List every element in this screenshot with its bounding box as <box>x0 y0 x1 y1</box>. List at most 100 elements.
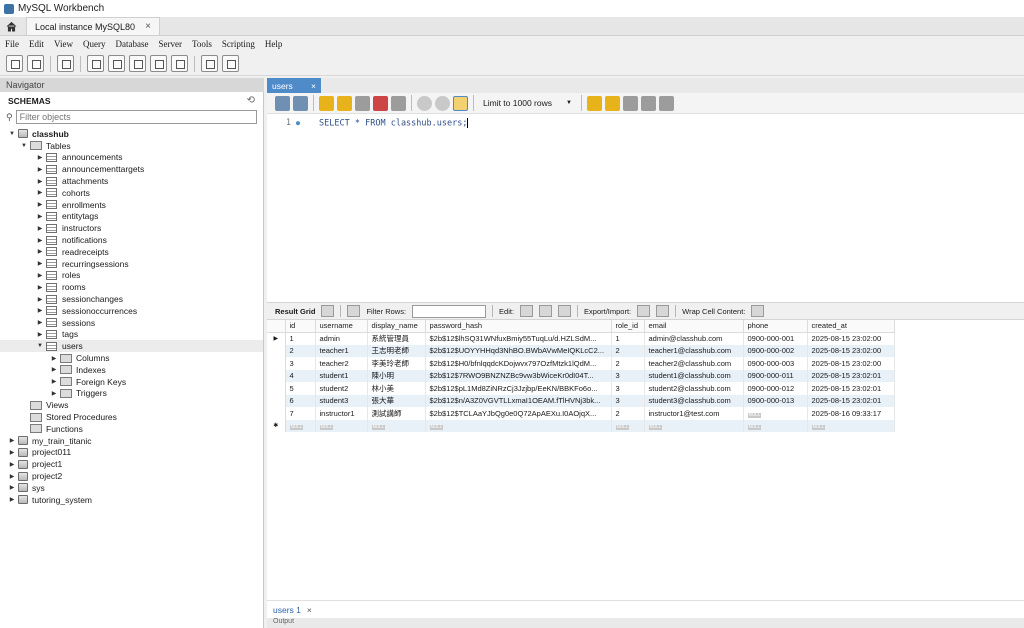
cell-role-id[interactable]: 3 <box>611 369 645 382</box>
menu-tools[interactable]: Tools <box>187 39 217 49</box>
cell-password-hash[interactable]: $2b$12$pL1Md8ZiNRzCj3Jzjbp/EeKN/BBKFo6o.… <box>425 382 612 395</box>
chevron-right-icon[interactable]: ▶ <box>36 225 44 232</box>
schema-node-classhub[interactable]: ▼ classhub <box>0 128 263 140</box>
chevron-right-icon[interactable]: ▶ <box>50 378 58 385</box>
menu-database[interactable]: Database <box>110 39 153 49</box>
chevron-right-icon[interactable]: ▶ <box>36 178 44 185</box>
cell-display-name[interactable]: 王志明老師 <box>367 344 426 357</box>
bookmark-icon[interactable] <box>586 95 602 111</box>
cell-username[interactable]: admin <box>315 332 368 345</box>
autocommit-icon[interactable] <box>453 95 468 111</box>
cell-id[interactable]: NULL <box>285 419 316 432</box>
cell-password-hash[interactable]: $2b$12$lhSQ31WNfuxBmiy55TuqLu/d.HZLSdM..… <box>425 332 612 345</box>
cell-username[interactable]: student2 <box>315 382 368 395</box>
cell-created-at[interactable]: NULL <box>807 419 895 432</box>
cell-id[interactable]: 6 <box>285 394 316 407</box>
chevron-right-icon[interactable]: ▶ <box>8 473 16 480</box>
table-node-rooms[interactable]: ▶ rooms <box>0 281 263 293</box>
cell-id[interactable]: 2 <box>285 344 316 357</box>
table-node-entitytags[interactable]: ▶ entitytags <box>0 211 263 223</box>
cell-display-name[interactable]: 測試講師 <box>367 407 426 420</box>
chevron-right-icon[interactable]: ▶ <box>36 331 44 338</box>
chevron-right-icon[interactable]: ▶ <box>36 237 44 244</box>
cell-id[interactable]: 5 <box>285 382 316 395</box>
schema-node-tutoring_system[interactable]: ▶ tutoring_system <box>0 494 263 506</box>
table-node-announcements[interactable]: ▶ announcements <box>0 152 263 164</box>
cell-password-hash[interactable]: NULL <box>425 419 612 432</box>
schema-node-views[interactable]: Views <box>0 399 263 411</box>
chevron-down-icon[interactable]: ▼ <box>20 143 28 149</box>
cell-role-id[interactable]: NULL <box>611 419 645 432</box>
table-row[interactable]: ▶ 1 admin 系統管理員 $2b$12$lhSQ31WNfuxBmiy55TuqL… <box>267 332 895 345</box>
table-node-enrollments[interactable]: ▶ enrollments <box>0 199 263 211</box>
execute-current-icon[interactable] <box>337 95 352 111</box>
schema-node-my_train_titanic[interactable]: ▶ my_train_titanic <box>0 435 263 447</box>
cell-phone[interactable]: NULL <box>743 407 808 420</box>
open-sql-script-icon[interactable] <box>27 55 44 72</box>
table-node-roles[interactable]: ▶ roles <box>0 270 263 282</box>
cell-role-id[interactable]: 1 <box>611 332 645 345</box>
schema-node-project1[interactable]: ▶ project1 <box>0 458 263 470</box>
cell-password-hash[interactable]: $2b$12$7RWO9BNZNZBc9vw3bWiceKr0dI04T... <box>425 369 612 382</box>
table-row[interactable]: 6 student3 張大華 $2b$12$n/A3Z0VGVTLLxmaI1OEAM… <box>267 394 895 407</box>
schema-node-project011[interactable]: ▶ project011 <box>0 447 263 459</box>
cell-role-id[interactable]: 3 <box>611 382 645 395</box>
schema-node-stored-procedures[interactable]: Stored Procedures <box>0 411 263 423</box>
create-function-icon[interactable] <box>171 55 188 72</box>
schema-node-functions[interactable]: Functions <box>0 423 263 435</box>
chevron-right-icon[interactable]: ▶ <box>50 390 58 397</box>
close-icon[interactable]: × <box>307 605 312 615</box>
cell-username[interactable]: student3 <box>315 394 368 407</box>
result-tab-users-1[interactable]: users 1 <box>273 605 301 615</box>
cell-created-at[interactable]: 2025-08-15 23:02:01 <box>807 382 895 395</box>
chevron-right-icon[interactable]: ▶ <box>36 213 44 220</box>
cell-username[interactable]: teacher2 <box>315 357 368 370</box>
new-sql-tab-icon[interactable] <box>6 55 23 72</box>
users-child-foreign-keys[interactable]: ▶ Foreign Keys <box>0 376 263 388</box>
chevron-right-icon[interactable]: ▶ <box>50 355 58 362</box>
column-header-id[interactable]: id <box>285 320 316 333</box>
chevron-right-icon[interactable]: ▶ <box>36 296 44 303</box>
edit-row-icon[interactable] <box>520 305 534 317</box>
filter-objects-input[interactable] <box>15 110 257 124</box>
create-table-icon[interactable] <box>108 55 125 72</box>
search-table-data-icon[interactable] <box>201 55 218 72</box>
invisible-chars-icon[interactable] <box>640 95 656 111</box>
cell-role-id[interactable]: 2 <box>611 344 645 357</box>
table-node-users[interactable]: ▼ users <box>0 340 263 353</box>
cell-display-name[interactable]: 系統管理員 <box>367 332 426 345</box>
table-node-sessions[interactable]: ▶ sessions <box>0 317 263 329</box>
sql-editor[interactable]: 1 ● SELECT * FROM classhub.users; <box>267 114 1024 302</box>
schema-node-project2[interactable]: ▶ project2 <box>0 470 263 482</box>
table-node-cohorts[interactable]: ▶ cohorts <box>0 187 263 199</box>
chevron-right-icon[interactable]: ▶ <box>8 449 16 456</box>
table-node-notifications[interactable]: ▶ notifications <box>0 234 263 246</box>
cell-email[interactable]: student2@classhub.com <box>644 382 744 395</box>
cell-password-hash[interactable]: $2b$12$UOYYHHqd3NhBO.BWbAVwMeIQKLcC2... <box>425 344 612 357</box>
table-row[interactable]: 4 student1 陳小明 $2b$12$7RWO9BNZNZBc9vw3bWice… <box>267 369 895 382</box>
save-icon[interactable] <box>293 95 308 111</box>
cell-display-name[interactable]: 林小美 <box>367 382 426 395</box>
column-header-display-name[interactable]: display_name <box>367 320 426 333</box>
cell-phone[interactable]: NULL <box>743 419 808 432</box>
cell-email[interactable]: admin@classhub.com <box>644 332 744 345</box>
chevron-right-icon[interactable]: ▶ <box>36 189 44 196</box>
delete-row-icon[interactable] <box>558 305 572 317</box>
chevron-down-icon[interactable]: ▼ <box>8 131 16 137</box>
open-file-icon[interactable] <box>275 95 290 111</box>
column-header-username[interactable]: username <box>315 320 368 333</box>
reconnect-icon[interactable] <box>222 55 239 72</box>
beautify-icon[interactable] <box>604 95 620 111</box>
cell-phone[interactable]: 0900-000-002 <box>743 344 808 357</box>
cell-email[interactable]: student3@classhub.com <box>644 394 744 407</box>
menu-help[interactable]: Help <box>260 39 288 49</box>
cell-id[interactable]: 1 <box>285 332 316 345</box>
cell-display-name[interactable]: 李美玲老師 <box>367 357 426 370</box>
limit-rows-select[interactable]: Limit to 1000 rows ▼ <box>483 98 572 108</box>
menu-server[interactable]: Server <box>153 39 187 49</box>
cell-created-at[interactable]: 2025-08-15 23:02:01 <box>807 394 895 407</box>
table-node-recurringsessions[interactable]: ▶ recurringsessions <box>0 258 263 270</box>
cell-phone[interactable]: 0900-000-011 <box>743 369 808 382</box>
cell-password-hash[interactable]: $2b$12$H0/bfnlqqdcKDojwvx797OzfMtzk1lQdM… <box>425 357 612 370</box>
menu-scripting[interactable]: Scripting <box>217 39 260 49</box>
